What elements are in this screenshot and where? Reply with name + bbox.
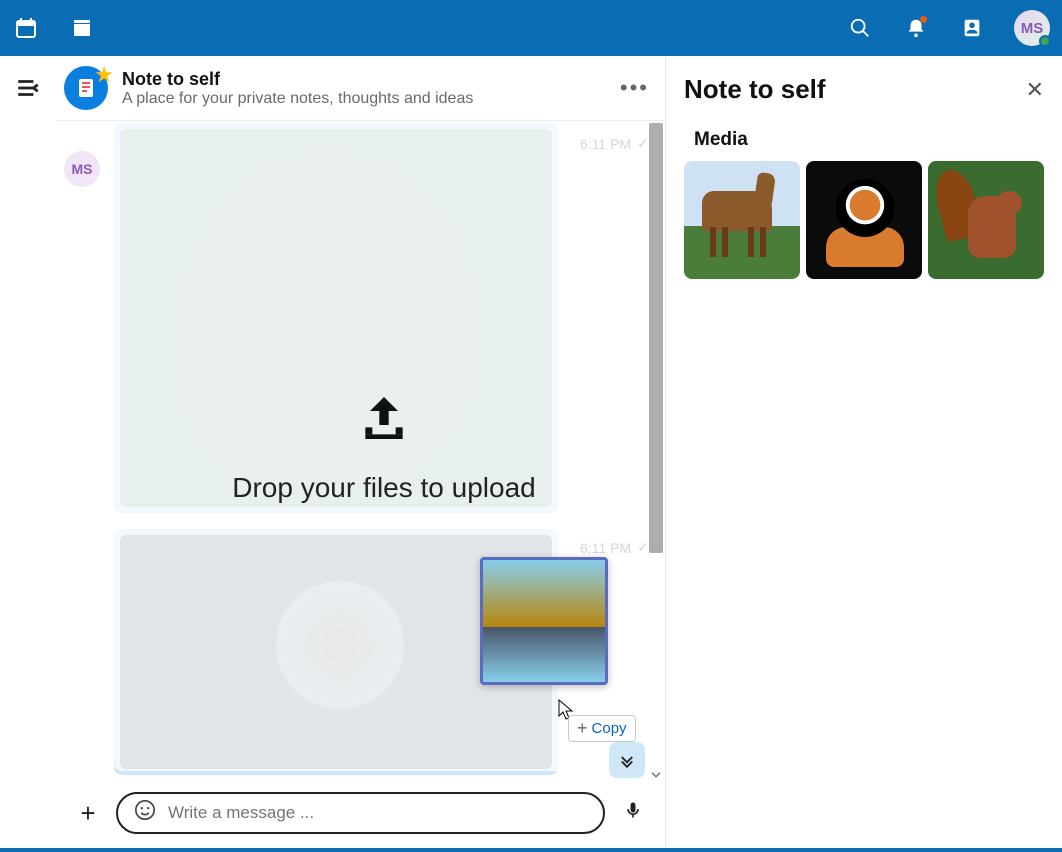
messages-area: MS 6:11 PM ✓✓ 6:11 PM ✓✓ Dr: [56, 121, 665, 782]
dragged-file-thumbnail: [480, 557, 608, 685]
upload-icon: [356, 390, 412, 446]
chat-title: Note to self: [122, 69, 473, 90]
media-grid: [684, 161, 1044, 279]
message-input-wrap[interactable]: [116, 792, 605, 834]
media-thumbnail[interactable]: [928, 161, 1044, 279]
scrollbar-thumb[interactable]: [649, 123, 663, 553]
message-input[interactable]: [168, 803, 587, 823]
scroll-arrow-icon[interactable]: [649, 768, 663, 782]
panel-title: Note to self: [684, 74, 826, 105]
top-bar: MS: [0, 0, 1062, 56]
left-rail: [0, 56, 56, 848]
user-avatar[interactable]: MS: [1014, 10, 1050, 46]
scrollbar[interactable]: [649, 123, 663, 780]
chat-column: ★ Note to self A place for your private …: [56, 56, 666, 848]
attach-button[interactable]: +: [74, 798, 102, 829]
sender-avatar[interactable]: MS: [64, 151, 100, 187]
media-thumbnail[interactable]: [806, 161, 922, 279]
presence-indicator: [1039, 35, 1051, 47]
close-icon[interactable]: ✕: [1026, 77, 1044, 103]
voice-message-icon[interactable]: [619, 800, 647, 826]
star-icon: ★: [94, 62, 114, 88]
calendar-icon[interactable]: [12, 14, 40, 42]
user-initials: MS: [1021, 20, 1044, 37]
files-icon[interactable]: [68, 14, 96, 42]
media-thumbnail[interactable]: [684, 161, 800, 279]
chat-avatar-icon[interactable]: ★: [64, 66, 108, 110]
chat-subtitle: A place for your private notes, thoughts…: [122, 90, 473, 108]
search-icon[interactable]: [846, 14, 874, 42]
emoji-icon[interactable]: [134, 799, 156, 827]
drop-files-text: Drop your files to upload: [232, 472, 536, 504]
collapse-sidebar-icon[interactable]: [12, 72, 44, 104]
composer: +: [56, 782, 665, 848]
copy-tooltip: + Copy: [568, 715, 636, 742]
media-section-label: Media: [694, 129, 1044, 151]
details-panel: Note to self ✕ Media: [666, 56, 1062, 848]
chat-menu-icon[interactable]: •••: [620, 75, 649, 101]
chat-header: ★ Note to self A place for your private …: [56, 56, 665, 121]
scroll-to-bottom-button[interactable]: [609, 742, 645, 778]
plus-icon: +: [577, 718, 588, 739]
notifications-icon[interactable]: [902, 14, 930, 42]
contacts-icon[interactable]: [958, 14, 986, 42]
